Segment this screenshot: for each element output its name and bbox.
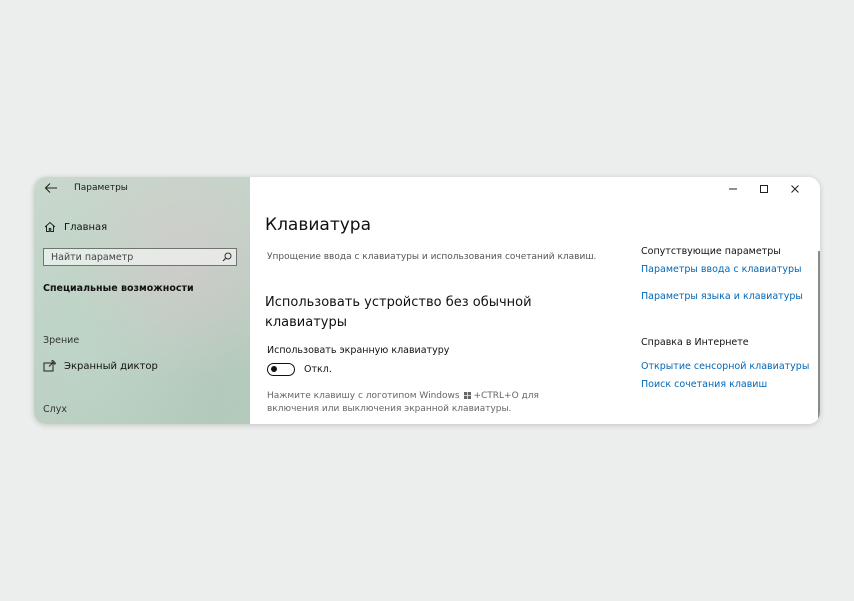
minimize-button[interactable] <box>717 181 748 197</box>
toggle-state-text: Откл. <box>304 364 332 375</box>
sidebar-item-label: Экранный диктор <box>64 360 158 372</box>
section-title: Использовать устройство без обычной клав… <box>265 295 532 330</box>
toggle-label: Использовать экранную клавиатуру <box>267 345 450 356</box>
sidebar-group-hearing: Слух <box>43 404 67 415</box>
minimize-icon <box>728 188 737 190</box>
hint-text-part1: Нажмите клавишу с логотипом Windows <box>267 391 460 401</box>
settings-window: Параметры Главная Специальные возможност… <box>34 177 820 424</box>
search-icon[interactable] <box>222 252 232 262</box>
windows-logo-icon <box>464 391 472 399</box>
sidebar: Параметры Главная Специальные возможност… <box>34 177 250 424</box>
close-button[interactable] <box>779 181 810 197</box>
search-input[interactable] <box>44 249 214 265</box>
help-heading: Справка в Интернете <box>641 337 749 348</box>
sidebar-item-home[interactable]: Главная <box>44 219 107 235</box>
app-title: Параметры <box>74 183 128 193</box>
link-find-shortcut[interactable]: Поиск сочетания клавиш <box>641 379 767 390</box>
hint-text: Нажмите клавишу с логотипом Windows +CTR… <box>267 390 587 416</box>
toggle-knob <box>271 366 277 373</box>
scrollbar[interactable] <box>818 251 820 419</box>
window-controls <box>717 181 810 197</box>
on-screen-keyboard-toggle[interactable] <box>267 363 295 376</box>
sidebar-group-vision: Зрение <box>43 335 80 346</box>
link-open-touch-keyboard[interactable]: Открытие сенсорной клавиатуры <box>641 361 809 372</box>
narrator-icon <box>43 360 56 372</box>
back-arrow-icon[interactable] <box>44 181 60 197</box>
sidebar-section-heading: Специальные возможности <box>43 283 194 294</box>
page-title: Клавиатура <box>265 215 372 235</box>
sidebar-item-narrator[interactable]: Экранный диктор <box>43 358 158 374</box>
sidebar-item-label: Главная <box>64 221 108 233</box>
home-icon <box>44 221 56 232</box>
link-keyboard-input-settings[interactable]: Параметры ввода с клавиатуры <box>641 264 802 275</box>
page-subtitle: Упрощение ввода с клавиатуры и использов… <box>267 252 597 262</box>
main-content: Клавиатура Упрощение ввода с клавиатуры … <box>250 177 820 424</box>
maximize-button[interactable] <box>748 181 779 197</box>
search-box <box>43 248 237 266</box>
maximize-icon <box>759 185 768 193</box>
related-heading: Сопутствующие параметры <box>641 246 781 257</box>
close-icon <box>790 185 799 193</box>
link-language-keyboard-settings[interactable]: Параметры языка и клавиатуры <box>641 291 803 302</box>
